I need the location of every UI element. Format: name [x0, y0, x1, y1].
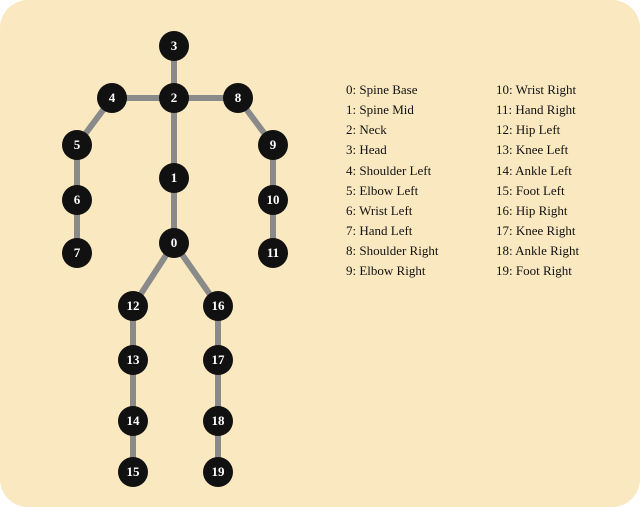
legend-entry: 5: Elbow Left: [346, 181, 438, 201]
joint-1-spine-mid: 1: [159, 163, 189, 193]
legend-col-1: 0: Spine Base1: Spine Mid2: Neck3: Head4…: [346, 80, 438, 281]
legend-entry: 6: Wrist Left: [346, 201, 438, 221]
legend-entry: 19: Foot Right: [496, 261, 579, 281]
joint-10-wrist-right: 10: [258, 185, 288, 215]
joint-13-knee-left: 13: [118, 345, 148, 375]
legend-col-2: 10: Wrist Right11: Hand Right12: Hip Lef…: [496, 80, 579, 281]
legend-entry: 18: Ankle Right: [496, 241, 579, 261]
legend-entry: 12: Hip Left: [496, 120, 579, 140]
joint-16-hip-right: 16: [203, 291, 233, 321]
legend-entry: 7: Hand Left: [346, 221, 438, 241]
legend-entry: 10: Wrist Right: [496, 80, 579, 100]
legend-entry: 4: Shoulder Left: [346, 161, 438, 181]
joint-3-head: 3: [159, 31, 189, 61]
legend-entry: 13: Knee Left: [496, 140, 579, 160]
joint-8-shoulder-right: 8: [223, 83, 253, 113]
joint-0-spine-base: 0: [159, 228, 189, 258]
joint-5-elbow-left: 5: [62, 130, 92, 160]
skeleton-diagram: 012345678910111213141516171819 0: Spine …: [0, 0, 640, 507]
legend-entry: 14: Ankle Left: [496, 161, 579, 181]
legend-entry: 8: Shoulder Right: [346, 241, 438, 261]
joint-6-wrist-left: 6: [62, 185, 92, 215]
joint-19-foot-right: 19: [203, 457, 233, 487]
legend-entry: 3: Head: [346, 140, 438, 160]
joint-12-hip-left: 12: [118, 291, 148, 321]
joint-18-ankle-right: 18: [203, 406, 233, 436]
legend-entry: 0: Spine Base: [346, 80, 438, 100]
legend-entry: 16: Hip Right: [496, 201, 579, 221]
joint-4-shoulder-left: 4: [97, 83, 127, 113]
legend-entry: 17: Knee Right: [496, 221, 579, 241]
joint-9-elbow-right: 9: [258, 130, 288, 160]
joint-14-ankle-left: 14: [118, 406, 148, 436]
joint-2-neck: 2: [159, 83, 189, 113]
joint-15-foot-left: 15: [118, 457, 148, 487]
joint-7-hand-left: 7: [62, 238, 92, 268]
legend-entry: 11: Hand Right: [496, 100, 579, 120]
joint-11-hand-right: 11: [258, 238, 288, 268]
joint-17-knee-right: 17: [203, 345, 233, 375]
legend-entry: 15: Foot Left: [496, 181, 579, 201]
legend-entry: 9: Elbow Right: [346, 261, 438, 281]
legend-entry: 2: Neck: [346, 120, 438, 140]
legend-entry: 1: Spine Mid: [346, 100, 438, 120]
